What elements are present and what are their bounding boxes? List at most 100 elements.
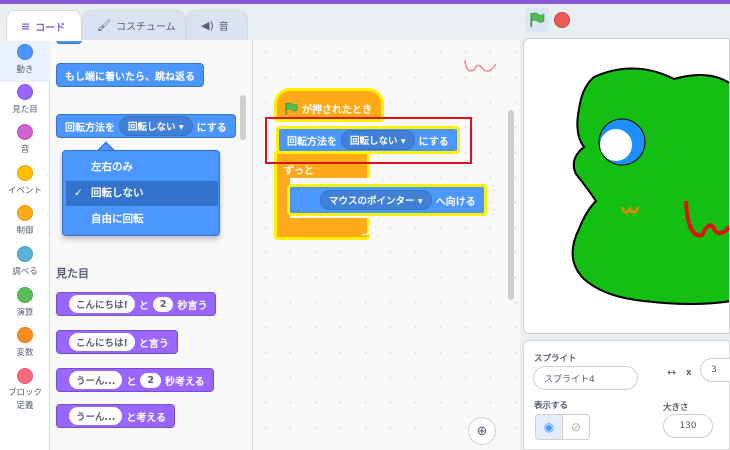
dropdown-value: 回転しない: [128, 122, 176, 133]
menu-item-dont-rotate[interactable]: ✓ 回転しない: [66, 181, 218, 206]
operators-dot-icon: [17, 287, 33, 303]
x-position-field[interactable]: 3: [700, 358, 730, 382]
highlight-box: [265, 117, 472, 164]
sprite-costume: [571, 67, 729, 305]
category-sensing[interactable]: 調べる: [0, 246, 50, 277]
secs-input[interactable]: 2: [140, 372, 161, 388]
stage-header: [520, 4, 730, 38]
category-label: 制御: [16, 226, 34, 236]
show-sprite-button[interactable]: ◉: [535, 414, 563, 440]
category-looks[interactable]: 見た目: [0, 84, 50, 115]
stop-button[interactable]: [554, 12, 570, 28]
text-input[interactable]: こんにちは!: [69, 333, 135, 351]
zoom-in-button[interactable]: ⊕: [468, 417, 496, 445]
think-block[interactable]: うーん... と考える: [56, 404, 176, 428]
category-events[interactable]: イベント: [0, 165, 50, 196]
bounce-block-label: もし端に着いたら、跳ね返る: [65, 71, 195, 83]
motion-dot-icon: [17, 44, 33, 60]
x-position-icon: ↔: [667, 366, 677, 379]
menu-item-all-around[interactable]: 自由に回転: [66, 207, 218, 232]
sound-dot-icon: [17, 124, 33, 140]
dropdown-value: マウスのポインター: [329, 196, 415, 207]
check-icon: ✓: [74, 187, 83, 199]
point-towards-dropdown[interactable]: マウスのポインター ▾: [320, 190, 432, 210]
category-operators[interactable]: 演算: [0, 287, 50, 318]
forever-label: ずっと: [284, 166, 314, 177]
size-label: 大きさ: [663, 403, 689, 413]
category-label: 見た目: [12, 105, 38, 115]
text-input[interactable]: こんにちは!: [69, 295, 135, 313]
loop-arrow-icon: ⤴: [362, 224, 373, 237]
tab-sound-label: 音: [218, 22, 229, 33]
green-flag-button[interactable]: [525, 8, 549, 32]
set-rotation-style-block[interactable]: 回転方法を 回転しない ▾ にする: [56, 114, 236, 138]
category-sound[interactable]: 音: [0, 124, 50, 155]
sprite-name-value: スプライト4: [544, 374, 595, 385]
category-variables[interactable]: 変数: [0, 327, 50, 358]
script-area-scrollbar[interactable]: [508, 110, 514, 300]
category-label: 音: [20, 145, 30, 155]
sprite-label: スプライト: [534, 354, 577, 364]
category-label: 動き: [16, 65, 34, 75]
sprite-name-field[interactable]: スプライト4: [533, 366, 638, 390]
block-text: と考える: [126, 412, 167, 424]
say-block[interactable]: こんにちは! と言う: [56, 330, 178, 354]
tab-sound[interactable]: ◀) 音: [186, 10, 248, 40]
block-text: 秒考える: [164, 376, 205, 388]
text-input[interactable]: うーん...: [69, 371, 123, 389]
green-flag-icon: [285, 102, 298, 115]
tab-costume[interactable]: 🖌 コスチューム: [82, 10, 186, 40]
x-position-value: 3: [711, 365, 717, 375]
control-dot-icon: [17, 205, 33, 221]
variables-dot-icon: [17, 327, 33, 343]
block-text: へ向ける: [435, 196, 476, 208]
text-input[interactable]: うーん...: [69, 407, 123, 425]
secs-input[interactable]: 2: [152, 296, 174, 312]
green-flag-icon: [530, 12, 545, 27]
block-text: と言う: [138, 338, 169, 350]
hat-block-content: が押されたとき: [284, 101, 372, 116]
block-text: 回転方法を: [65, 122, 115, 134]
category-label: イベント: [7, 186, 42, 196]
category-label: 変数: [16, 348, 34, 358]
palette-scrollbar[interactable]: [240, 95, 246, 140]
speaker-icon: ◀): [201, 19, 214, 32]
tab-code[interactable]: ≡ コード: [6, 10, 82, 41]
eye-icon: ◉: [543, 420, 555, 434]
size-value: 130: [679, 421, 697, 431]
tab-costume-label: コスチューム: [115, 22, 176, 33]
menu-item-label: 左右のみ: [91, 161, 133, 173]
sensing-dot-icon: [17, 246, 33, 262]
zoom-in-icon: ⊕: [476, 423, 488, 439]
block-text: と: [126, 376, 137, 388]
code-icon: ≡: [21, 19, 31, 33]
category-label: 調べる: [12, 267, 38, 277]
point-towards-block[interactable]: マウスのポインター ▾ へ向ける: [287, 184, 487, 216]
category-motion[interactable]: 動き: [0, 40, 50, 82]
menu-item-label: 回転しない: [91, 187, 144, 199]
looks-dot-icon: [17, 84, 33, 100]
x-label: x: [686, 368, 692, 378]
category-my-blocks[interactable]: ブロック定義: [0, 368, 50, 413]
bounce-block[interactable]: もし端に着いたら、跳ね返る: [56, 63, 204, 87]
say-for-secs-block[interactable]: こんにちは! と 2 秒言う: [56, 292, 217, 316]
block-text: と: [138, 300, 149, 312]
menu-item-left-right[interactable]: 左右のみ: [66, 155, 218, 180]
category-control[interactable]: 制御: [0, 205, 50, 236]
show-label: 表示する: [534, 401, 569, 411]
my-blocks-dot-icon: [17, 368, 33, 384]
events-dot-icon: [17, 165, 33, 181]
tab-code-label: コード: [35, 22, 66, 34]
menu-item-label: 自由に回転: [91, 213, 144, 225]
category-label: 演算: [16, 308, 34, 318]
hide-sprite-button[interactable]: ⊘: [562, 414, 590, 440]
rotation-style-dropdown[interactable]: 回転しない ▾: [119, 116, 193, 136]
looks-section-title: 見た目: [56, 267, 89, 280]
block-text: 秒言う: [177, 300, 208, 312]
size-field[interactable]: 130: [663, 414, 713, 438]
sprite-doodle-icon: [464, 59, 497, 72]
think-for-secs-block[interactable]: うーん... と 2 秒考える: [56, 368, 214, 392]
stage[interactable]: [523, 38, 730, 334]
category-label: ブロック定義: [7, 388, 42, 411]
hat-block-label: が押されたとき: [302, 105, 372, 116]
